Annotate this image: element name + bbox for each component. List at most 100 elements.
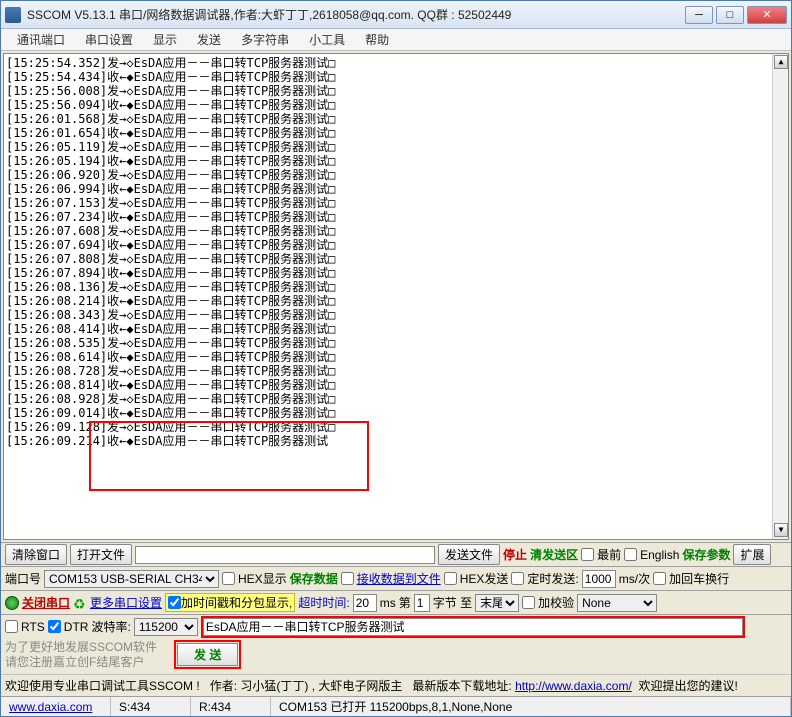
tail-select[interactable]: 末尾 — [475, 594, 519, 612]
menu-help[interactable]: 帮助 — [355, 29, 399, 50]
log-line: [15:26:08.728]发→◇EsDA应用－－串口转TCP服务器测试□ — [6, 364, 786, 378]
more-settings-button[interactable]: 更多串口设置 — [90, 594, 162, 611]
log-line: [15:26:08.814]收←◆EsDA应用－－串口转TCP服务器测试□ — [6, 378, 786, 392]
clear-send-button[interactable]: 清发送区 — [530, 546, 578, 563]
add-check-label: 加校验 — [538, 594, 574, 611]
timed-send-label: 定时发送: — [527, 570, 578, 587]
scroll-up-icon[interactable]: ▲ — [774, 55, 788, 69]
timeout-input[interactable] — [353, 594, 377, 612]
log-line: [15:26:08.535]发→◇EsDA应用－－串口转TCP服务器测试□ — [6, 336, 786, 350]
close-button[interactable]: ✕ — [747, 6, 787, 24]
send-button[interactable]: 发 送 — [177, 643, 238, 666]
toolbar-row-4: RTS DTR 波特率: 115200 — [1, 614, 791, 638]
port-select[interactable]: COM153 USB-SERIAL CH340 — [44, 570, 219, 588]
timed-send-checkbox[interactable] — [511, 572, 524, 585]
status-sent: S:434 — [111, 697, 191, 716]
add-check-checkbox[interactable] — [522, 596, 535, 609]
byte-label-1: 第 — [399, 594, 411, 611]
baud-select[interactable]: 115200 — [134, 618, 198, 636]
log-line: [15:26:01.654]收←◆EsDA应用－－串口转TCP服务器测试□ — [6, 126, 786, 140]
toolbar-row-2: 端口号 COM153 USB-SERIAL CH340 HEX显示 保存数据 接… — [1, 566, 791, 590]
log-line: [15:26:06.994]收←◆EsDA应用－－串口转TCP服务器测试□ — [6, 182, 786, 196]
minimize-button[interactable]: ─ — [685, 6, 713, 24]
interval-unit: ms/次 — [619, 570, 650, 587]
log-line: [15:25:54.352]发→◇EsDA应用－－串口转TCP服务器测试□ — [6, 56, 786, 70]
topmost-label: 最前 — [597, 546, 621, 563]
send-text-input[interactable] — [203, 618, 743, 636]
download-link[interactable]: http://www.daxia.com/ — [515, 679, 632, 693]
log-line: [15:25:54.434]收←◆EsDA应用－－串口转TCP服务器测试□ — [6, 70, 786, 84]
topmost-checkbox[interactable] — [581, 548, 594, 561]
port-status-icon — [5, 596, 19, 610]
window-title: SSCOM V5.13.1 串口/网络数据调试器,作者:大虾丁丁,2618058… — [27, 6, 685, 23]
log-line: [15:26:08.928]发→◇EsDA应用－－串口转TCP服务器测试□ — [6, 392, 786, 406]
rts-checkbox[interactable] — [5, 620, 18, 633]
log-line: [15:26:09.128]发→◇EsDA应用－－串口转TCP服务器测试□ — [6, 420, 786, 434]
open-file-button[interactable]: 打开文件 — [70, 544, 132, 565]
log-line: [15:26:07.608]发→◇EsDA应用－－串口转TCP服务器测试□ — [6, 224, 786, 238]
add-crlf-checkbox[interactable] — [653, 572, 666, 585]
port-label: 端口号 — [5, 570, 41, 587]
app-icon — [5, 7, 21, 23]
hex-display-checkbox[interactable] — [222, 572, 235, 585]
maximize-button[interactable]: □ — [716, 6, 744, 24]
timestamp-checkbox[interactable] — [168, 596, 181, 609]
menu-port[interactable]: 通讯端口 — [7, 29, 75, 50]
recv-to-file-checkbox[interactable] — [341, 572, 354, 585]
log-area[interactable]: ▲ ▼ [15:25:54.352]发→◇EsDA应用－－串口转TCP服务器测试… — [3, 53, 789, 540]
toolbar-row-1: 清除窗口 打开文件 发送文件 停止 清发送区 最前 English 保存参数 扩… — [1, 542, 791, 566]
clear-window-button[interactable]: 清除窗口 — [5, 544, 67, 565]
dtr-checkbox[interactable] — [48, 620, 61, 633]
log-line: [15:26:08.614]收←◆EsDA应用－－串口转TCP服务器测试□ — [6, 350, 786, 364]
log-line: [15:26:05.119]发→◇EsDA应用－－串口转TCP服务器测试□ — [6, 140, 786, 154]
refresh-icon[interactable]: ♻ — [73, 596, 87, 610]
footer-line-1: 为了更好地发展SSCOM软件 — [5, 640, 170, 655]
add-crlf-label: 加回车换行 — [669, 570, 729, 587]
recv-to-file-label[interactable]: 接收数据到文件 — [357, 570, 441, 587]
send-file-button[interactable]: 发送文件 — [438, 544, 500, 565]
log-line: [15:26:07.234]收←◆EsDA应用－－串口转TCP服务器测试□ — [6, 210, 786, 224]
log-line: [15:26:09.014]收←◆EsDA应用－－串口转TCP服务器测试□ — [6, 406, 786, 420]
log-line: [15:26:06.920]发→◇EsDA应用－－串口转TCP服务器测试□ — [6, 168, 786, 182]
log-line: [15:26:08.136]发→◇EsDA应用－－串口转TCP服务器测试□ — [6, 280, 786, 294]
menu-serial-settings[interactable]: 串口设置 — [75, 29, 143, 50]
log-line: [15:26:07.694]收←◆EsDA应用－－串口转TCP服务器测试□ — [6, 238, 786, 252]
log-line: [15:26:01.568]发→◇EsDA应用－－串口转TCP服务器测试□ — [6, 112, 786, 126]
menu-send[interactable]: 发送 — [187, 29, 231, 50]
toolbar-row-3: 关闭串口 ♻ 更多串口设置 加时间戳和分包显示, 超时时间: ms 第 字节 至… — [1, 590, 791, 614]
menu-tools[interactable]: 小工具 — [299, 29, 355, 50]
check-select[interactable]: None — [577, 594, 657, 612]
scrollbar-vertical[interactable]: ▲ ▼ — [772, 54, 788, 539]
byte-num-input[interactable] — [414, 594, 430, 612]
stop-button[interactable]: 停止 — [503, 546, 527, 563]
log-line: [15:26:08.214]收←◆EsDA应用－－串口转TCP服务器测试□ — [6, 294, 786, 308]
scroll-down-icon[interactable]: ▼ — [774, 523, 788, 537]
hex-send-checkbox[interactable] — [444, 572, 457, 585]
menu-multistring[interactable]: 多字符串 — [231, 29, 299, 50]
log-line: [15:26:05.194]收←◆EsDA应用－－串口转TCP服务器测试□ — [6, 154, 786, 168]
interval-input[interactable] — [582, 570, 616, 588]
status-port: COM153 已打开 115200bps,8,1,None,None — [271, 697, 791, 716]
close-port-button[interactable]: 关闭串口 — [22, 594, 70, 611]
hex-send-label: HEX发送 — [460, 570, 509, 587]
save-data-button[interactable]: 保存数据 — [290, 570, 338, 587]
log-line: [15:26:07.808]发→◇EsDA应用－－串口转TCP服务器测试□ — [6, 252, 786, 266]
expand-button[interactable]: 扩展 — [733, 544, 771, 565]
byte-label-2: 字节 至 — [433, 594, 472, 611]
footer-line-2: 请您注册嘉立创F结尾客户 — [5, 655, 170, 670]
log-line: [15:26:07.894]收←◆EsDA应用－－串口转TCP服务器测试□ — [6, 266, 786, 280]
file-path-input[interactable] — [135, 546, 435, 564]
rts-label: RTS — [21, 620, 45, 634]
timestamp-label: 加时间戳和分包显示, — [181, 594, 292, 611]
welcome-text-4: 欢迎提出您的建议! — [638, 677, 737, 694]
english-checkbox[interactable] — [624, 548, 637, 561]
status-link[interactable]: www.daxia.com — [9, 700, 92, 714]
log-line: [15:25:56.008]发→◇EsDA应用－－串口转TCP服务器测试□ — [6, 84, 786, 98]
ms-label: ms — [380, 596, 396, 610]
menubar: 通讯端口 串口设置 显示 发送 多字符串 小工具 帮助 — [1, 29, 791, 51]
log-line: [15:25:56.094]收←◆EsDA应用－－串口转TCP服务器测试□ — [6, 98, 786, 112]
status-recv: R:434 — [191, 697, 271, 716]
hex-display-label: HEX显示 — [238, 570, 287, 587]
menu-display[interactable]: 显示 — [143, 29, 187, 50]
save-params-button[interactable]: 保存参数 — [682, 546, 730, 563]
